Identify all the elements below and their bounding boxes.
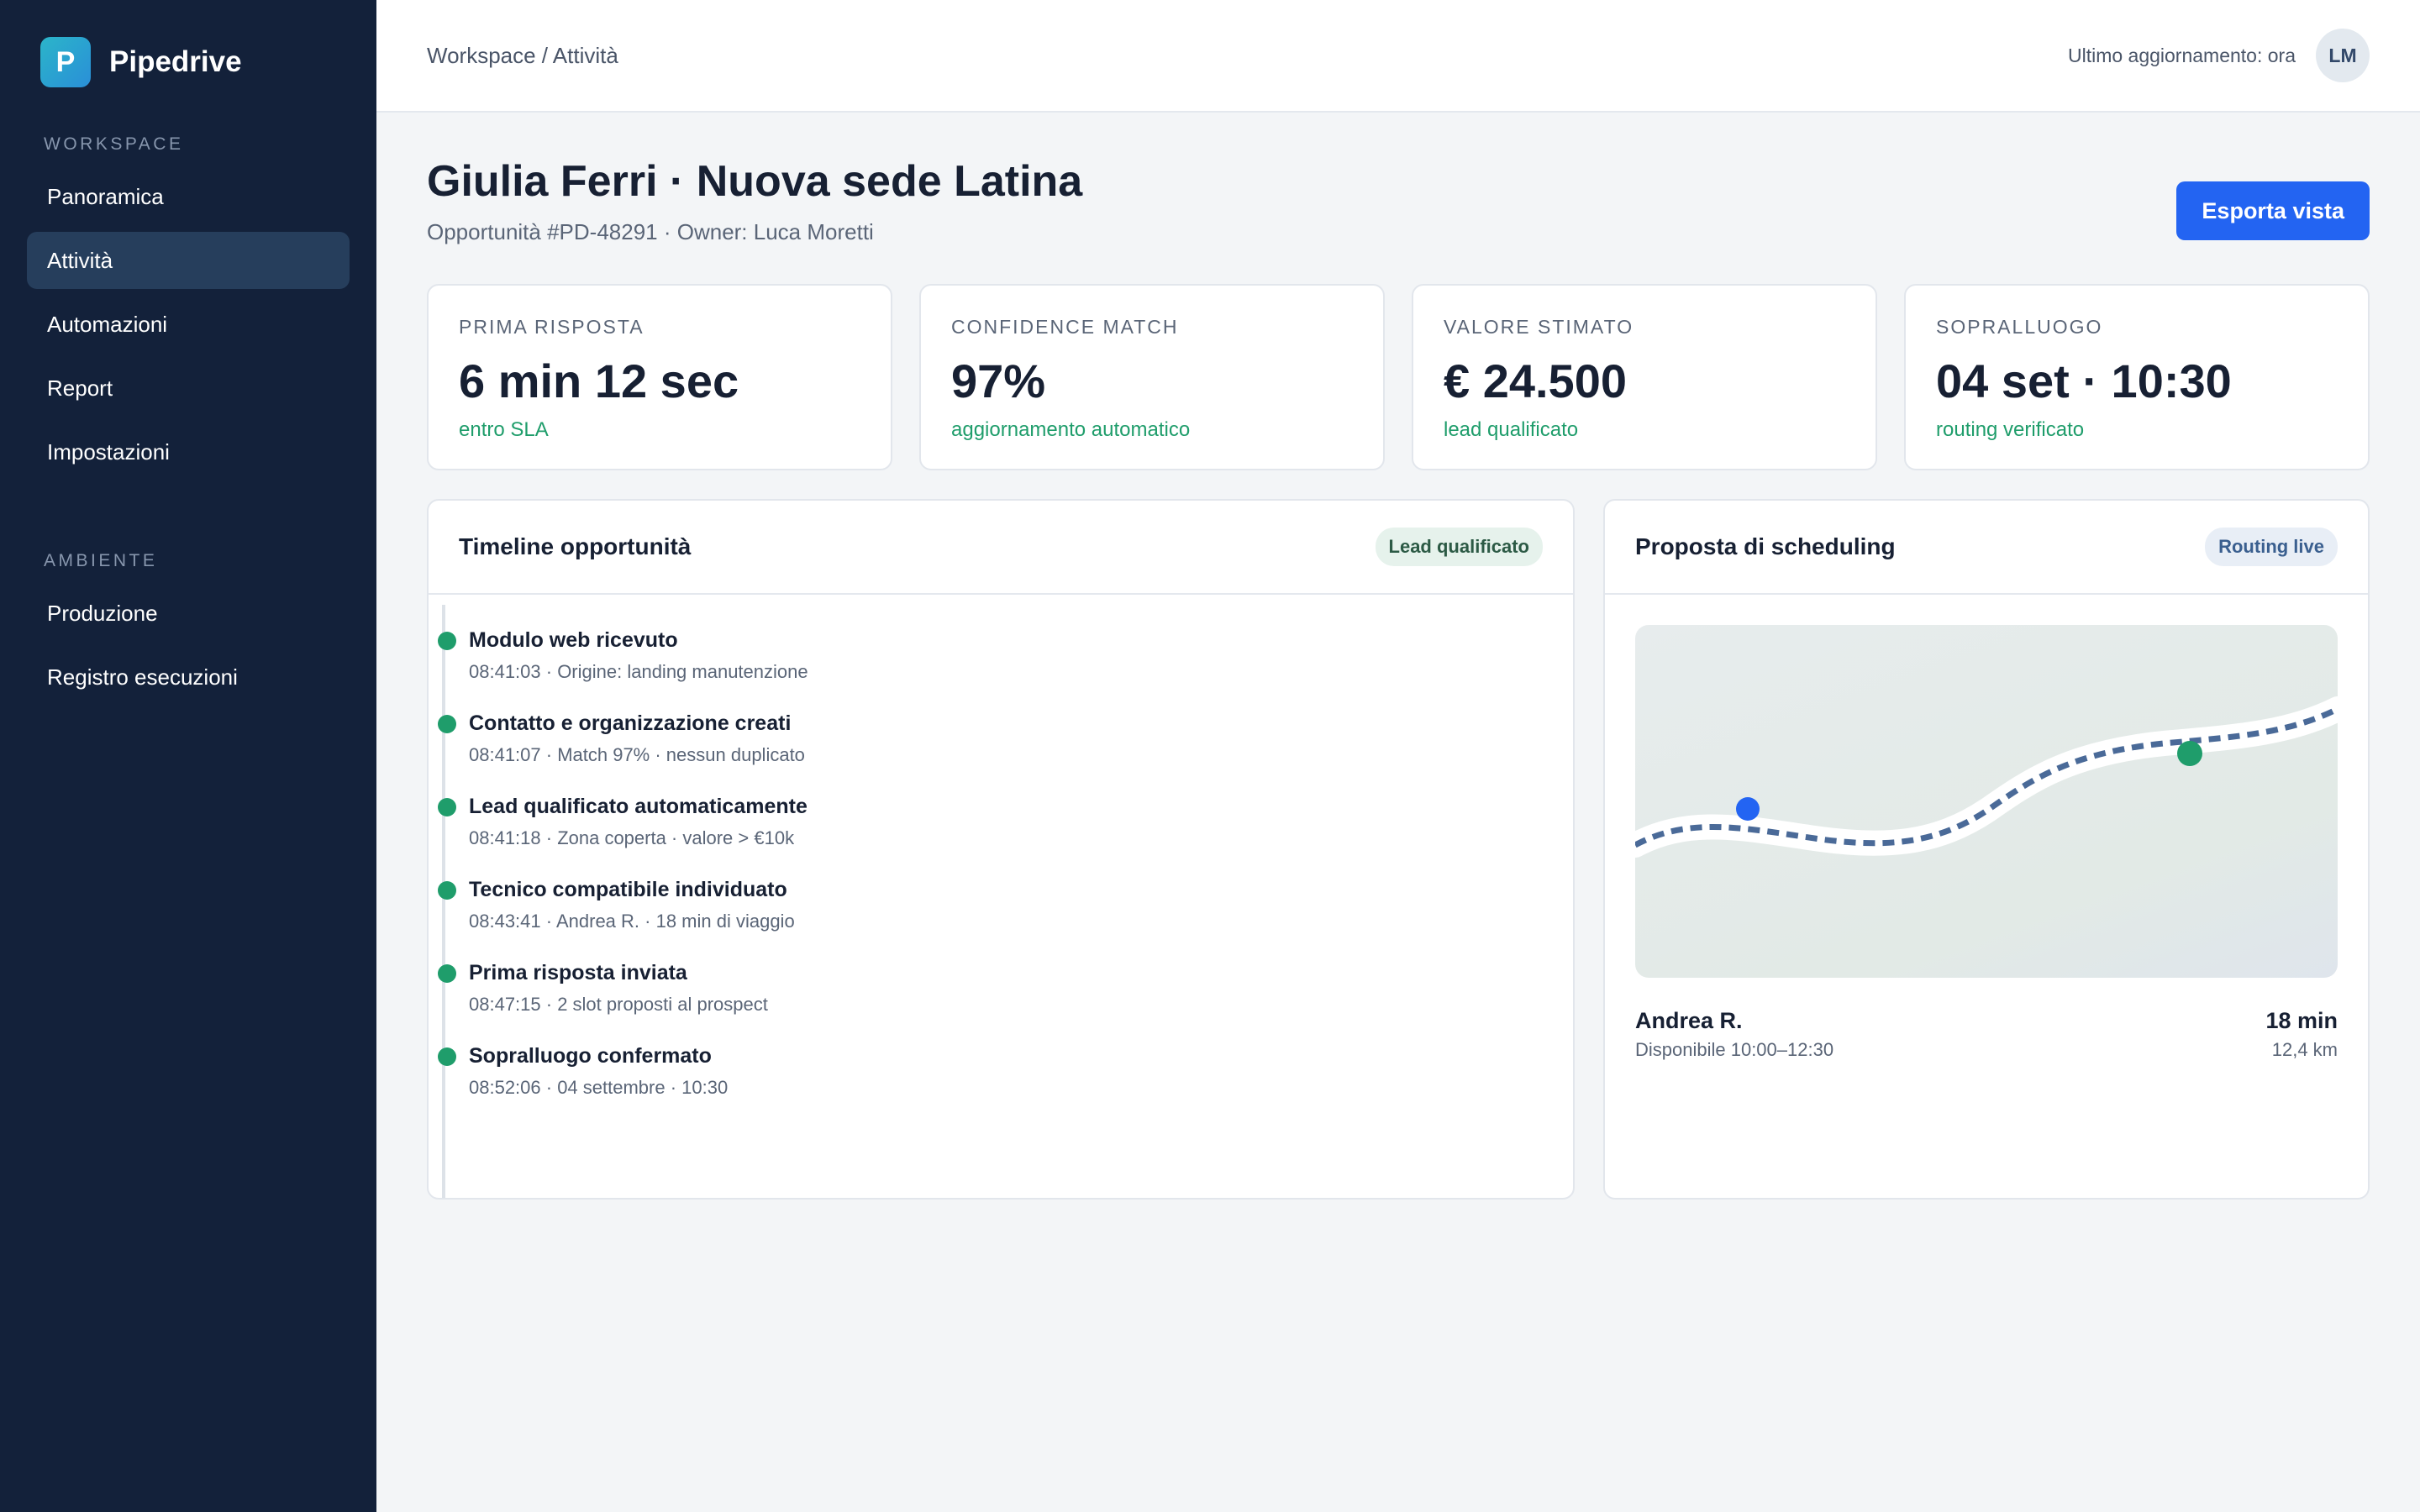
timeline-item[interactable]: Prima risposta inviata 08:47:15 · 2 slot… — [438, 961, 1543, 1016]
main-area: Workspace / Attività Ultimo aggiornament… — [376, 0, 2420, 1512]
sidebar-item-panoramica[interactable]: Panoramica — [27, 168, 350, 225]
page-title: Giulia Ferri · Nuova sede Latina — [427, 157, 1083, 206]
scheduling-title: Proposta di scheduling — [1635, 533, 1896, 560]
timeline-item-meta: 08:41:03 · Origine: landing manutenzione — [469, 661, 808, 683]
kpi-label: SOPRALLUOGO — [1936, 316, 2103, 339]
timeline-item-title: Tecnico compatibile individuato — [469, 878, 787, 902]
timeline-item[interactable]: Contatto e organizzazione creati 08:41:0… — [438, 711, 1543, 766]
kpi-value: € 24.500 — [1444, 354, 1627, 408]
nav-section-ambiente: AMBIENTE — [44, 551, 158, 570]
last-updated-label: Ultimo aggiornamento: ora — [2067, 44, 2296, 66]
sidebar-item-attivita[interactable]: Attività — [27, 232, 350, 289]
timeline-item[interactable]: Sopralluogo confermato 08:52:06 · 04 set… — [438, 1044, 1543, 1099]
timeline-dot-icon — [438, 881, 456, 900]
timeline-item-meta: 08:52:06 · 04 settembre · 10:30 — [469, 1077, 729, 1099]
route-map-svg — [1635, 696, 2338, 858]
kpi-card-prima-risposta: PRIMA RISPOSTA 6 min 12 sec entro SLA — [427, 284, 892, 471]
kpi-note: lead qualificato — [1444, 418, 1579, 442]
technician-info: Andrea R. Disponibile 10:00–12:30 — [1635, 1008, 1833, 1061]
scheduling-panel: Proposta di scheduling Routing live Andr… — [1603, 499, 2370, 1200]
kpi-row: PRIMA RISPOSTA 6 min 12 sec entro SLA CO… — [427, 284, 2370, 471]
timeline-dot-icon — [438, 715, 456, 734]
timeline-item-title: Lead qualificato automaticamente — [469, 795, 808, 819]
breadcrumb[interactable]: Workspace / Attività — [427, 43, 618, 69]
kpi-value: 04 set · 10:30 — [1936, 354, 2232, 408]
technician-name: Andrea R. — [1635, 1008, 1743, 1034]
brand[interactable]: P Pipedrive — [27, 37, 350, 87]
timeline-dot-icon — [438, 1047, 456, 1067]
timeline-panel: Timeline opportunità Lead qualificato Mo… — [427, 499, 1575, 1200]
content: Giulia Ferri · Nuova sede Latina Opportu… — [376, 113, 2420, 1200]
route-road — [1635, 696, 2338, 858]
panels-row: Timeline opportunità Lead qualificato Mo… — [427, 499, 2370, 1200]
app-root: P Pipedrive WORKSPACE Panoramica Attivit… — [0, 0, 2420, 1512]
timeline-item-title: Modulo web ricevuto — [469, 628, 678, 653]
timeline-dot-icon — [438, 632, 456, 651]
timeline-dot-icon — [438, 964, 456, 984]
kpi-label: PRIMA RISPOSTA — [459, 316, 644, 339]
travel-info: 18 min 12,4 km — [2265, 1008, 2338, 1061]
topbar-right: Ultimo aggiornamento: ora LM — [2068, 29, 2370, 82]
sidebar-item-produzione[interactable]: Produzione — [27, 585, 350, 642]
timeline-item-title: Prima risposta inviata — [469, 961, 687, 985]
destination-marker-icon[interactable] — [2177, 741, 2202, 767]
kpi-card-valore-stimato: VALORE STIMATO € 24.500 lead qualificato — [1412, 284, 1877, 471]
technician-availability: Disponibile 10:00–12:30 — [1635, 1039, 1834, 1061]
route-map[interactable] — [1635, 625, 2338, 979]
sidebar-item-automazioni[interactable]: Automazioni — [27, 296, 350, 353]
kpi-note: routing verificato — [1936, 418, 2085, 442]
timeline-item[interactable]: Tecnico compatibile individuato 08:43:41… — [438, 878, 1543, 932]
timeline-item[interactable]: Lead qualificato automaticamente 08:41:1… — [438, 795, 1543, 849]
avatar[interactable]: LM — [2316, 29, 2370, 82]
brand-name: Pipedrive — [109, 45, 242, 78]
kpi-value: 97% — [951, 354, 1046, 408]
status-badge: Lead qualificato — [1375, 528, 1543, 567]
kpi-card-confidence-match: CONFIDENCE MATCH 97% aggiornamento autom… — [919, 284, 1385, 471]
nav-section-workspace: WORKSPACE — [44, 134, 184, 154]
timeline-rail — [442, 605, 445, 1199]
origin-marker-icon[interactable] — [1736, 797, 1760, 822]
timeline-item-meta: 08:47:15 · 2 slot proposti al prospect — [469, 994, 768, 1016]
timeline-panel-header: Timeline opportunità Lead qualificato — [429, 501, 1573, 596]
timeline-item-meta: 08:41:18 · Zona coperta · valore > €10k — [469, 827, 795, 849]
kpi-note: entro SLA — [459, 418, 549, 442]
travel-distance: 12,4 km — [2271, 1039, 2338, 1061]
page-subtitle: Opportunità #PD-48291 · Owner: Luca More… — [427, 219, 874, 245]
scheduling-panel-header: Proposta di scheduling Routing live — [1605, 501, 2368, 596]
timeline-list: Modulo web ricevuto 08:41:03 · Origine: … — [429, 595, 1573, 1199]
kpi-value: 6 min 12 sec — [459, 354, 739, 408]
sidebar: P Pipedrive WORKSPACE Panoramica Attivit… — [0, 0, 376, 1512]
kpi-note: aggiornamento automatico — [951, 418, 1191, 442]
export-view-button[interactable]: Esporta vista — [2176, 181, 2370, 240]
technician-row[interactable]: Andrea R. Disponibile 10:00–12:30 18 min… — [1635, 1008, 2338, 1061]
kpi-label: CONFIDENCE MATCH — [951, 316, 1179, 339]
travel-time: 18 min — [2265, 1008, 2338, 1034]
topbar: Workspace / Attività Ultimo aggiornament… — [376, 0, 2420, 113]
timeline-title: Timeline opportunità — [459, 533, 692, 560]
routing-badge: Routing live — [2205, 528, 2338, 567]
sidebar-item-registro-esecuzioni[interactable]: Registro esecuzioni — [27, 648, 350, 706]
timeline-item-meta: 08:41:07 · Match 97% · nessun duplicato — [469, 744, 805, 766]
timeline-item-title: Sopralluogo confermato — [469, 1044, 712, 1068]
page-header: Giulia Ferri · Nuova sede Latina Opportu… — [427, 157, 2370, 245]
kpi-label: VALORE STIMATO — [1444, 316, 1634, 339]
page-heading-group: Giulia Ferri · Nuova sede Latina Opportu… — [427, 157, 1083, 245]
timeline-item[interactable]: Modulo web ricevuto 08:41:03 · Origine: … — [438, 628, 1543, 683]
kpi-card-sopralluogo: SOPRALLUOGO 04 set · 10:30 routing verif… — [1904, 284, 2370, 471]
sidebar-item-report[interactable]: Report — [27, 360, 350, 417]
sidebar-item-impostazioni[interactable]: Impostazioni — [27, 423, 350, 480]
timeline-item-title: Contatto e organizzazione creati — [469, 711, 792, 736]
map-wrap: Andrea R. Disponibile 10:00–12:30 18 min… — [1605, 595, 2368, 1061]
pipedrive-logo-icon: P — [40, 37, 91, 87]
timeline-dot-icon — [438, 798, 456, 817]
timeline-item-meta: 08:43:41 · Andrea R. · 18 min di viaggio — [469, 911, 795, 932]
